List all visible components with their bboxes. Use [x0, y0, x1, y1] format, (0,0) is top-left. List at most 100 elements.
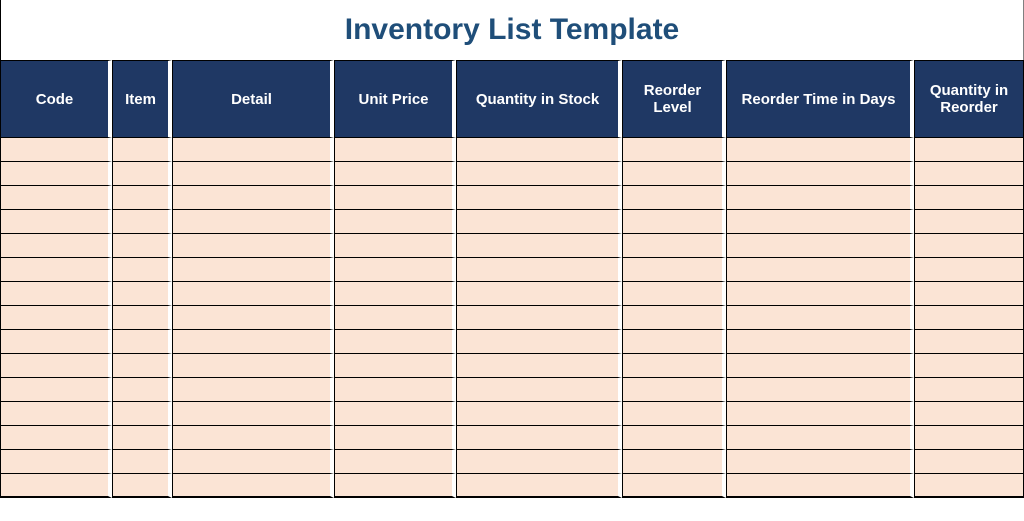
cell-time[interactable]: [726, 210, 914, 234]
cell-level[interactable]: [622, 258, 726, 282]
cell-code[interactable]: [0, 378, 112, 402]
cell-detail[interactable]: [172, 186, 334, 210]
cell-stock[interactable]: [456, 450, 622, 474]
cell-code[interactable]: [0, 450, 112, 474]
cell-code[interactable]: [0, 138, 112, 162]
cell-item[interactable]: [112, 450, 172, 474]
cell-stock[interactable]: [456, 234, 622, 258]
cell-detail[interactable]: [172, 354, 334, 378]
cell-qty[interactable]: [914, 138, 1024, 162]
cell-detail[interactable]: [172, 258, 334, 282]
cell-qty[interactable]: [914, 426, 1024, 450]
cell-level[interactable]: [622, 162, 726, 186]
cell-time[interactable]: [726, 330, 914, 354]
cell-level[interactable]: [622, 210, 726, 234]
cell-price[interactable]: [334, 210, 456, 234]
cell-detail[interactable]: [172, 378, 334, 402]
cell-qty[interactable]: [914, 306, 1024, 330]
cell-level[interactable]: [622, 402, 726, 426]
cell-item[interactable]: [112, 378, 172, 402]
cell-stock[interactable]: [456, 186, 622, 210]
cell-time[interactable]: [726, 354, 914, 378]
cell-code[interactable]: [0, 426, 112, 450]
cell-time[interactable]: [726, 306, 914, 330]
cell-item[interactable]: [112, 210, 172, 234]
cell-price[interactable]: [334, 162, 456, 186]
cell-stock[interactable]: [456, 162, 622, 186]
cell-item[interactable]: [112, 162, 172, 186]
cell-item[interactable]: [112, 354, 172, 378]
cell-detail[interactable]: [172, 306, 334, 330]
cell-qty[interactable]: [914, 450, 1024, 474]
cell-detail[interactable]: [172, 162, 334, 186]
cell-item[interactable]: [112, 282, 172, 306]
cell-code[interactable]: [0, 258, 112, 282]
cell-price[interactable]: [334, 330, 456, 354]
cell-price[interactable]: [334, 258, 456, 282]
cell-item[interactable]: [112, 138, 172, 162]
cell-time[interactable]: [726, 138, 914, 162]
cell-code[interactable]: [0, 186, 112, 210]
cell-stock[interactable]: [456, 258, 622, 282]
cell-level[interactable]: [622, 450, 726, 474]
cell-qty[interactable]: [914, 402, 1024, 426]
cell-level[interactable]: [622, 306, 726, 330]
cell-level[interactable]: [622, 138, 726, 162]
cell-item[interactable]: [112, 474, 172, 498]
cell-time[interactable]: [726, 186, 914, 210]
cell-item[interactable]: [112, 402, 172, 426]
cell-level[interactable]: [622, 474, 726, 498]
cell-price[interactable]: [334, 474, 456, 498]
cell-code[interactable]: [0, 354, 112, 378]
cell-detail[interactable]: [172, 210, 334, 234]
cell-price[interactable]: [334, 450, 456, 474]
cell-qty[interactable]: [914, 330, 1024, 354]
cell-time[interactable]: [726, 474, 914, 498]
cell-code[interactable]: [0, 306, 112, 330]
cell-price[interactable]: [334, 306, 456, 330]
cell-detail[interactable]: [172, 474, 334, 498]
cell-price[interactable]: [334, 354, 456, 378]
cell-detail[interactable]: [172, 330, 334, 354]
cell-stock[interactable]: [456, 138, 622, 162]
cell-detail[interactable]: [172, 426, 334, 450]
cell-qty[interactable]: [914, 234, 1024, 258]
cell-level[interactable]: [622, 426, 726, 450]
cell-item[interactable]: [112, 330, 172, 354]
cell-qty[interactable]: [914, 354, 1024, 378]
cell-qty[interactable]: [914, 258, 1024, 282]
cell-detail[interactable]: [172, 402, 334, 426]
cell-time[interactable]: [726, 378, 914, 402]
cell-stock[interactable]: [456, 282, 622, 306]
cell-price[interactable]: [334, 378, 456, 402]
cell-detail[interactable]: [172, 234, 334, 258]
cell-code[interactable]: [0, 234, 112, 258]
cell-detail[interactable]: [172, 282, 334, 306]
cell-stock[interactable]: [456, 426, 622, 450]
cell-qty[interactable]: [914, 282, 1024, 306]
cell-time[interactable]: [726, 282, 914, 306]
cell-item[interactable]: [112, 234, 172, 258]
cell-code[interactable]: [0, 474, 112, 498]
cell-code[interactable]: [0, 402, 112, 426]
cell-price[interactable]: [334, 426, 456, 450]
cell-stock[interactable]: [456, 354, 622, 378]
cell-price[interactable]: [334, 402, 456, 426]
cell-level[interactable]: [622, 186, 726, 210]
cell-code[interactable]: [0, 210, 112, 234]
cell-stock[interactable]: [456, 210, 622, 234]
cell-time[interactable]: [726, 402, 914, 426]
cell-time[interactable]: [726, 162, 914, 186]
cell-price[interactable]: [334, 234, 456, 258]
cell-qty[interactable]: [914, 378, 1024, 402]
cell-level[interactable]: [622, 378, 726, 402]
cell-time[interactable]: [726, 450, 914, 474]
cell-level[interactable]: [622, 354, 726, 378]
cell-price[interactable]: [334, 186, 456, 210]
cell-code[interactable]: [0, 330, 112, 354]
cell-time[interactable]: [726, 234, 914, 258]
cell-price[interactable]: [334, 282, 456, 306]
cell-level[interactable]: [622, 330, 726, 354]
cell-level[interactable]: [622, 234, 726, 258]
cell-stock[interactable]: [456, 306, 622, 330]
